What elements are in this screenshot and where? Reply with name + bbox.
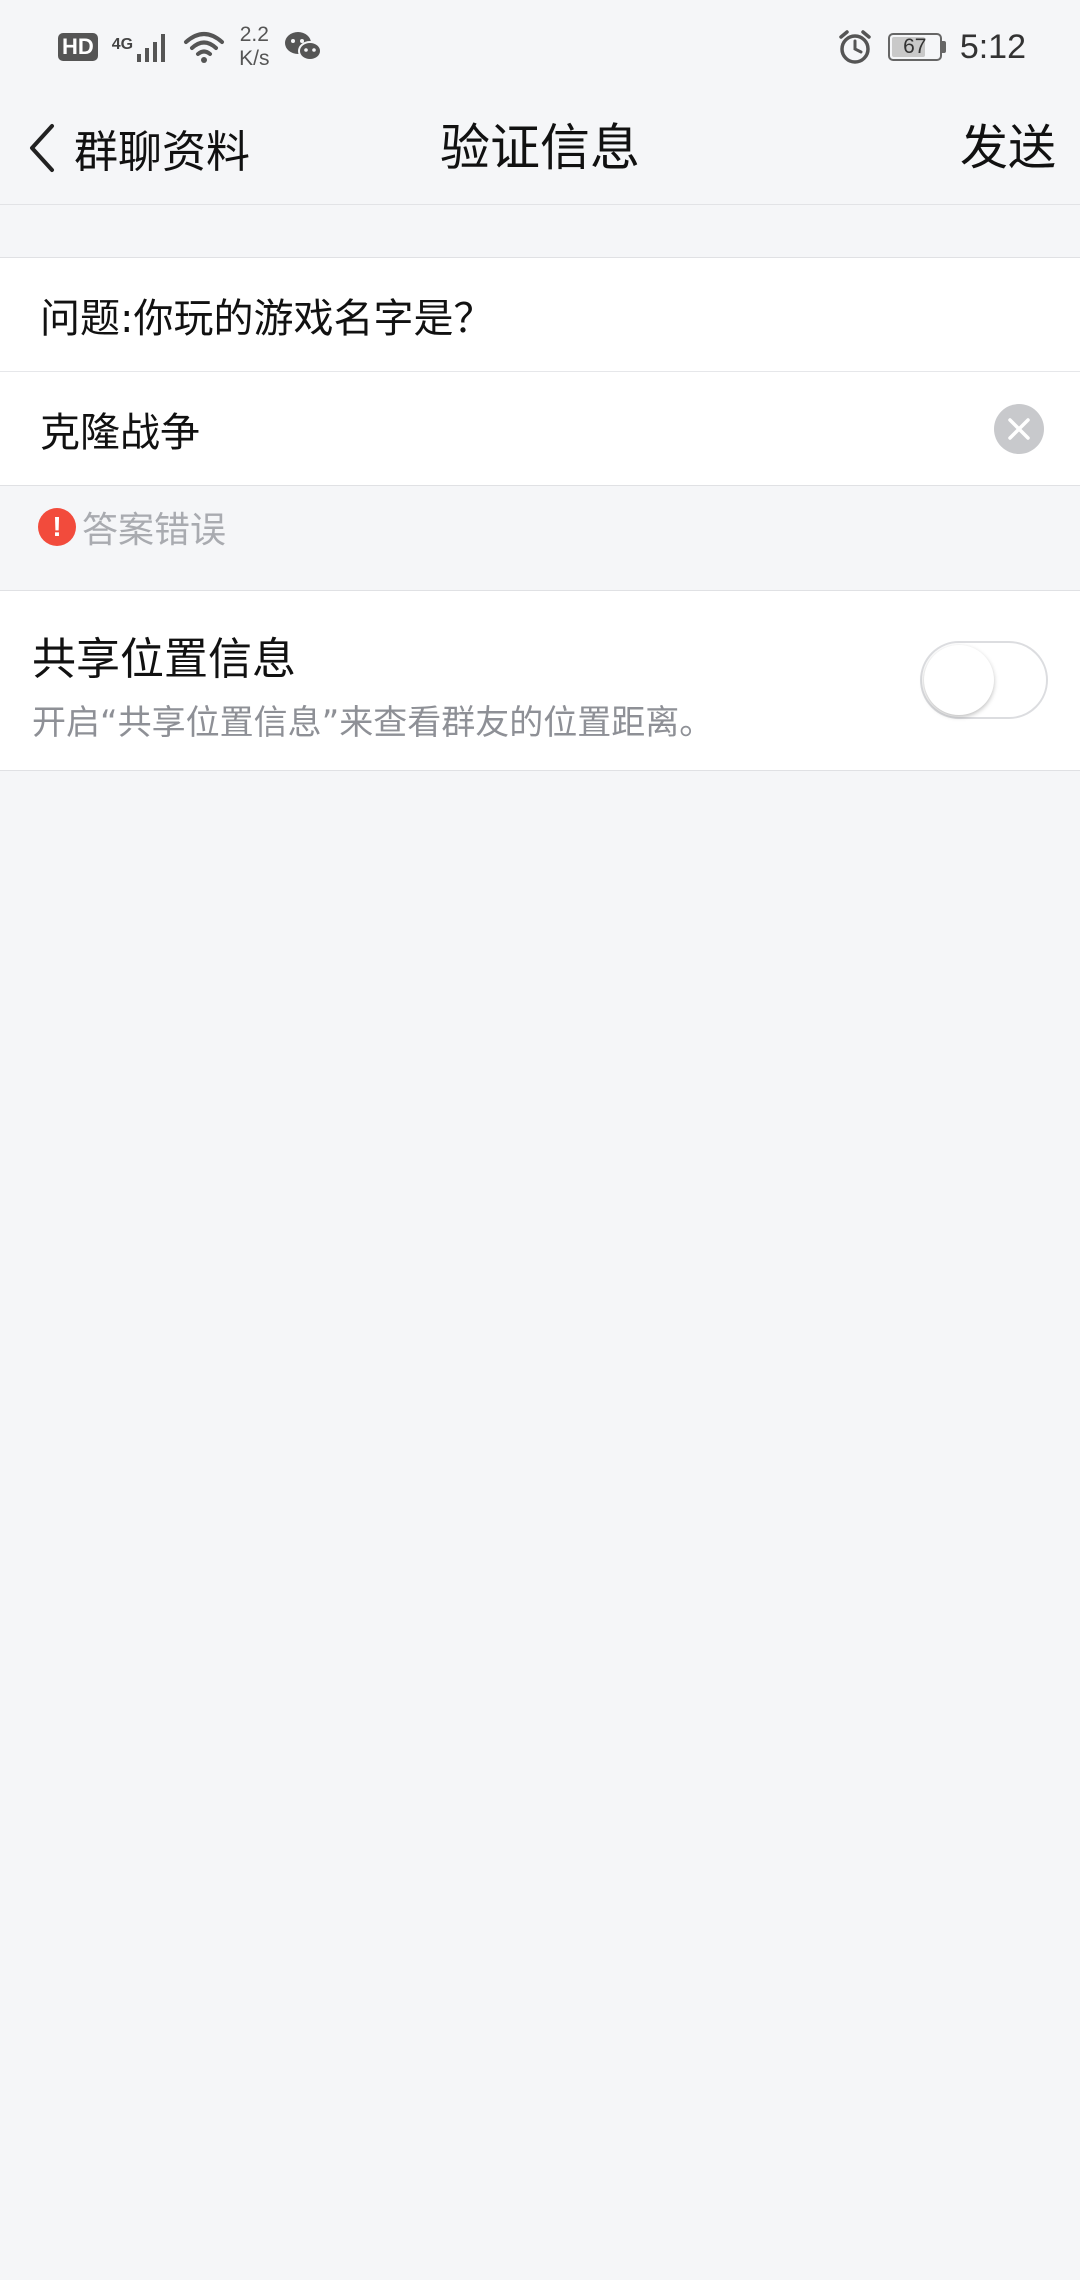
verification-form: 问题:你玩的游戏名字是？ [0, 257, 1080, 486]
wechat-icon [285, 32, 323, 61]
hd-badge: HD [58, 33, 98, 61]
error-message: ! 答案错误 [38, 502, 226, 552]
share-location-toggle[interactable] [920, 641, 1048, 719]
close-icon [1008, 417, 1030, 440]
share-location-row: 共享位置信息 开启“共享位置信息”来查看群友的位置距离。 [0, 590, 1080, 771]
status-bar: HD 4G 2.2 K/s 67 5:12 [0, 0, 1080, 92]
cellular-group: 4G [112, 30, 169, 64]
nav-bar: 群聊资料 验证信息 发送 [0, 92, 1080, 205]
send-button[interactable]: 发送 [960, 92, 1056, 204]
status-right: 67 5:12 [836, 22, 1026, 72]
error-text: 答案错误 [82, 510, 227, 551]
back-label: 群聊资料 [74, 127, 250, 178]
wifi-icon [184, 32, 225, 63]
chevron-left-icon [30, 124, 54, 172]
clear-button[interactable] [994, 403, 1044, 454]
battery-icon: 67 [887, 33, 942, 61]
status-time: 5:12 [959, 27, 1026, 66]
status-left: HD 4G 2.2 K/s [58, 22, 323, 72]
battery-level: 67 [903, 35, 927, 58]
battery-nub [941, 41, 946, 53]
toggle-knob [924, 645, 994, 715]
error-icon: ! [38, 508, 76, 546]
alarm-icon [839, 30, 871, 64]
answer-input[interactable] [40, 405, 920, 452]
question-label: 问题:你玩的游戏名字是？ [0, 258, 1080, 372]
network-type: 4G [111, 36, 134, 53]
share-location-description: 开启“共享位置信息”来查看群友的位置距离。 [32, 703, 714, 743]
battery-group: 67 [887, 33, 946, 61]
network-speed-unit: K/s [239, 47, 270, 70]
network-speed-value: 2.2 [239, 23, 269, 46]
network-speed: 2.2 K/s [239, 23, 269, 71]
back-button[interactable]: 群聊资料 [26, 92, 250, 204]
signal-icon [137, 34, 166, 62]
share-location-title: 共享位置信息 [32, 634, 296, 685]
answer-row [0, 372, 1080, 485]
